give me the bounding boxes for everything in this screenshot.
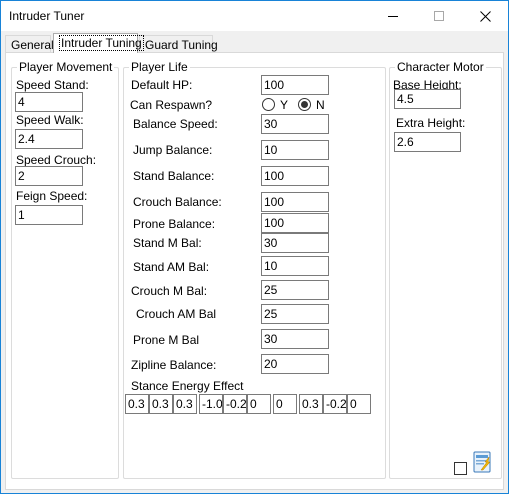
- speed-walk-label: Speed Walk:: [16, 113, 84, 127]
- title-bar[interactable]: Intruder Tuner: [1, 1, 508, 31]
- stance-energy-field-3[interactable]: 0.3: [173, 394, 197, 414]
- speed-stand-field[interactable]: 4: [15, 92, 83, 112]
- character-motor-title: Character Motor: [395, 60, 486, 74]
- balance-speed-label: Balance Speed:: [133, 117, 218, 131]
- speed-crouch-field[interactable]: 2: [15, 166, 83, 186]
- stand-m-bal-label: Stand M Bal:: [133, 236, 202, 250]
- respawn-no-label: N: [316, 98, 325, 112]
- zipline-balance-field[interactable]: 20: [261, 354, 329, 374]
- stance-energy-field-6[interactable]: 0: [247, 394, 271, 414]
- stance-energy-field-5[interactable]: -0.2: [223, 394, 247, 414]
- respawn-yes-label: Y: [280, 98, 289, 112]
- player-life-title: Player Life: [129, 60, 190, 74]
- stance-energy-field-8[interactable]: 0.3: [299, 394, 323, 414]
- feign-speed-field[interactable]: 1: [15, 205, 83, 225]
- minimize-button[interactable]: [370, 1, 416, 31]
- jump-balance-field[interactable]: 10: [261, 140, 329, 160]
- stand-am-bal-field[interactable]: 10: [261, 256, 329, 276]
- stance-energy-label: Stance Energy Effect: [131, 379, 244, 393]
- intruder-tuning-panel: Player Movement Speed Stand: 4 Speed Wal…: [5, 52, 504, 490]
- stand-balance-label: Stand Balance:: [133, 169, 215, 183]
- tab-label: Guard Tuning: [145, 38, 218, 52]
- speed-stand-label: Speed Stand:: [16, 78, 89, 92]
- crouch-am-bal-label: Crouch AM Bal: [136, 307, 217, 321]
- stand-balance-field[interactable]: 100: [261, 166, 329, 186]
- close-icon: [479, 10, 491, 22]
- crouch-m-bal-label: Crouch M Bal:: [131, 284, 208, 298]
- crouch-m-bal-field[interactable]: 25: [261, 280, 329, 300]
- extra-height-label: Extra Height:: [396, 116, 466, 130]
- maximize-button[interactable]: [416, 1, 462, 31]
- crouch-am-bal-field[interactable]: 25: [261, 304, 329, 324]
- speed-walk-field[interactable]: 2.4: [15, 129, 83, 149]
- extra-height-field[interactable]: 2.6: [394, 132, 461, 152]
- can-respawn-label: Can Respawn?: [130, 98, 213, 112]
- tab-guard-tuning[interactable]: Guard Tuning: [139, 35, 218, 53]
- prone-m-bal-label: Prone M Bal: [133, 333, 200, 347]
- close-button[interactable]: [462, 1, 508, 31]
- minimize-icon: [388, 15, 398, 17]
- respawn-no-radio[interactable]: [298, 98, 311, 111]
- stand-am-bal-label: Stand AM Bal:: [133, 260, 210, 274]
- respawn-yes-radio[interactable]: [262, 98, 275, 111]
- zipline-balance-label: Zipline Balance:: [131, 358, 217, 372]
- prone-m-bal-field[interactable]: 30: [261, 329, 329, 349]
- stand-m-bal-field[interactable]: 30: [261, 233, 329, 253]
- player-movement-group: Player Movement Speed Stand: 4 Speed Wal…: [11, 60, 119, 479]
- stance-energy-field-4[interactable]: -1.0: [199, 394, 223, 414]
- player-life-group: Player Life Default HP: 100 Can Respawn?…: [123, 60, 386, 479]
- base-height-field[interactable]: 4.5: [394, 89, 461, 109]
- character-motor-group: Character Motor Base Height: 4.5 Extra H…: [389, 60, 502, 479]
- jump-balance-label: Jump Balance:: [133, 143, 213, 157]
- crouch-balance-label: Crouch Balance:: [133, 195, 222, 209]
- app-window: Intruder Tuner General Intruder Tuning G…: [0, 0, 509, 494]
- apply-checkbox[interactable]: [454, 462, 467, 475]
- deploy-icon[interactable]: [471, 451, 493, 473]
- default-hp-field[interactable]: 100: [261, 75, 329, 95]
- feign-speed-label: Feign Speed:: [16, 189, 88, 203]
- stance-energy-field-2[interactable]: 0.3: [149, 394, 173, 414]
- stance-energy-field-7[interactable]: 0: [273, 394, 297, 414]
- stance-energy-field-10[interactable]: 0: [347, 394, 371, 414]
- player-movement-title: Player Movement: [17, 60, 115, 74]
- stance-energy-field-9[interactable]: -0.2: [323, 394, 347, 414]
- default-hp-label: Default HP:: [131, 78, 193, 92]
- speed-crouch-label: Speed Crouch:: [16, 153, 97, 167]
- stance-energy-field-1[interactable]: 0.3: [125, 394, 149, 414]
- crouch-balance-field[interactable]: 100: [261, 192, 329, 212]
- prone-balance-label: Prone Balance:: [133, 217, 216, 231]
- balance-speed-field[interactable]: 30: [261, 114, 329, 134]
- maximize-icon: [434, 11, 444, 21]
- prone-balance-field[interactable]: 100: [261, 213, 329, 233]
- window-title: Intruder Tuner: [9, 9, 85, 23]
- tab-intruder-tuning[interactable]: Intruder Tuning: [53, 33, 144, 53]
- tab-label: General: [11, 38, 54, 52]
- tab-general[interactable]: General: [5, 35, 54, 53]
- tab-label: Intruder Tuning: [59, 35, 144, 51]
